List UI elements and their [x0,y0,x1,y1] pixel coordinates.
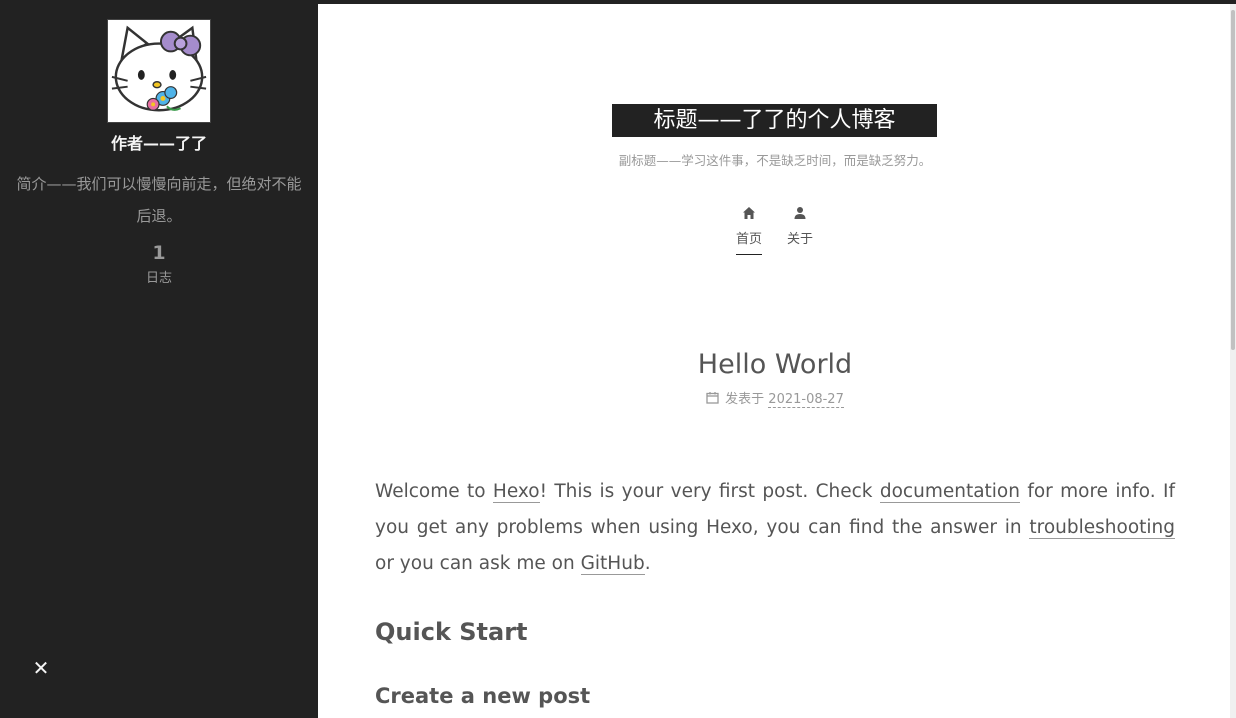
post-meta: 发表于 2021-08-27 [320,390,1230,410]
calendar-icon [706,392,719,404]
link-documentation[interactable]: documentation [879,481,1020,503]
body-text: or you can ask me on [375,553,581,574]
heading-create-post: Create a new post [375,684,591,708]
user-icon [794,207,806,219]
nav-label-home[interactable]: 首页 [724,232,774,248]
post-body: Welcome to Hexo! This is your very first… [375,474,1175,582]
author-name: 作者——了了 [110,134,207,153]
link-github[interactable]: GitHub [580,553,645,575]
home-icon [743,207,755,219]
nav-active-underline [736,254,762,255]
link-hexo[interactable]: Hexo [492,481,540,503]
site-subtitle: 副标题——学习这件事，不是缺乏时间，而是缺乏努力。 [618,153,932,168]
nav-item-about[interactable]: 关于 [775,206,825,248]
posts-label[interactable]: 日志 [0,269,318,289]
posts-count[interactable]: 1 [0,241,318,265]
link-troubleshooting[interactable]: troubleshooting [1029,517,1175,539]
close-icon[interactable]: ✕ [33,656,50,680]
post-title[interactable]: Hello World [320,344,1230,386]
hello-kitty-avatar-image [111,25,207,112]
close-sidebar-button[interactable]: ✕ [30,657,52,679]
site-title[interactable]: 标题——了了的个人博客 [612,104,937,137]
nav-label-about[interactable]: 关于 [775,232,825,248]
post-meta-label: 发表于 [725,392,765,407]
author-description: 简介——我们可以慢慢向前走，但绝对不能后退。 [16,175,302,225]
body-text: . [644,553,651,574]
post-date[interactable]: 2021-08-27 [768,392,844,408]
body-text: Welcome to [375,481,493,502]
nav-item-home[interactable]: 首页 [724,206,774,255]
body-text: ! This is your very first post. Check [539,481,880,502]
main-content: 标题——了了的个人博客 副标题——学习这件事，不是缺乏时间，而是缺乏努力。 首页… [320,4,1230,718]
scrollbar-thumb[interactable] [1231,10,1235,350]
heading-quick-start: Quick Start [375,618,528,646]
scrollbar[interactable] [1230,4,1236,718]
sidebar: 作者——了了 简介——我们可以慢慢向前走，但绝对不能后退。 1 日志 ✕ [0,0,318,718]
avatar [107,19,211,123]
main-nav: 首页 关于 [320,206,1230,262]
